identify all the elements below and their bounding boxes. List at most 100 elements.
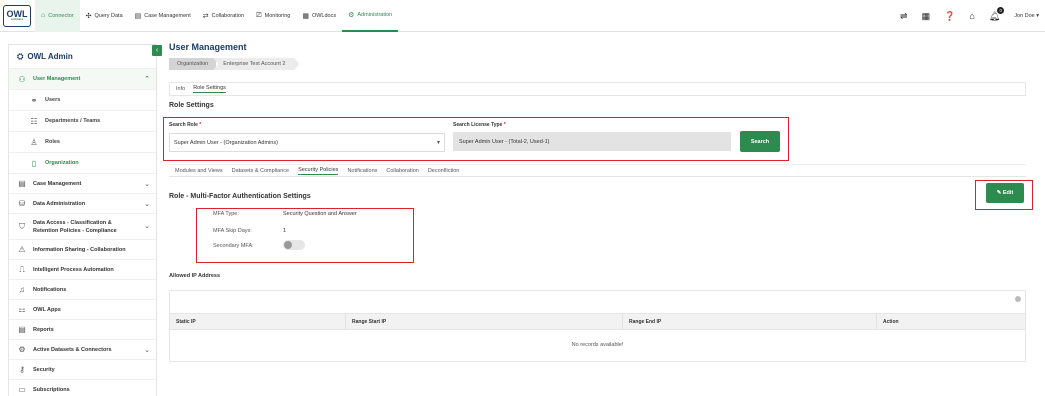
sidebar-item-label: OWL Apps	[33, 306, 61, 313]
sidebar-item-label: User Management	[33, 76, 81, 82]
chevron-down-icon: ⌄	[144, 346, 150, 354]
monitoring-icon: ⎚	[256, 11, 262, 19]
sidebar-item-reports[interactable]: ▤ Reports	[9, 320, 156, 340]
users-icon: ⚭	[30, 95, 38, 105]
tab-deconfliction[interactable]: Deconfliction	[428, 168, 460, 174]
gear-icon: ⚙	[18, 345, 26, 354]
top-navbar: OWL software ⌂ Connector ✣ Query Data ▤ Cas…	[0, 0, 1045, 32]
sidebar-item-organization[interactable]: ▯ Organization	[9, 153, 156, 174]
search-role-value: Super Admin User - (Organization Admins)	[174, 139, 278, 146]
tab-role-settings[interactable]: Role Settings	[193, 85, 226, 93]
column-header-action: Action	[883, 318, 899, 325]
nav-tab-connector[interactable]: ⌂ Connector	[35, 0, 80, 32]
mfa-type-label: MFA Type:	[213, 211, 239, 217]
sidebar-item-security[interactable]: ⚷ Security	[9, 360, 156, 380]
tab-info[interactable]: Info	[176, 86, 185, 92]
sidebar-item-data-access[interactable]: ⛉ Data Access - Classification & Retention…	[9, 214, 156, 240]
chevron-left-icon: ‹	[155, 47, 159, 54]
shield-icon: ⛉	[19, 221, 25, 231]
sidebar-item-owl-apps[interactable]: ⚏ OWL Apps	[9, 300, 156, 320]
sidebar-item-subscriptions[interactable]: ▭ Subscriptions	[9, 380, 156, 396]
sidebar-item-information-sharing[interactable]: ⚠ Information Sharing - Collaboration	[9, 240, 156, 260]
nav-tab-owldocs[interactable]: ▦ OWLdocs	[296, 0, 342, 32]
nav-tab-label: Monitoring	[264, 12, 291, 19]
license-type-value: Super Admin User - (Total-2, Used-1)	[459, 138, 550, 145]
sidebar-item-departments[interactable]: ☷ Departments / Teams	[9, 111, 156, 132]
nav-tab-collaboration[interactable]: ⇄ Collaboration	[197, 0, 250, 32]
home-icon: ⌂	[41, 12, 46, 19]
nav-tab-query-data[interactable]: ✣ Query Data	[80, 0, 129, 32]
database-icon: ⛁	[18, 199, 26, 208]
pencil-icon: ✎	[996, 190, 1002, 196]
grid-settings-icon[interactable]	[1015, 296, 1021, 302]
edit-button-label: Edit	[1002, 190, 1014, 196]
license-type-label: Search License Type *	[453, 122, 506, 128]
nav-tab-label: OWLdocs	[311, 12, 337, 19]
column-header-range-start-ip[interactable]: Range Start IP	[346, 314, 623, 329]
allowed-ip-grid: Static IP Range Start IP Range End IP Ac…	[169, 290, 1026, 362]
sidebar-item-label: Roles	[45, 139, 60, 145]
tab-modules-views[interactable]: Modules and Views	[175, 168, 223, 174]
roles-icon: ♙	[30, 137, 38, 147]
tab-security-policies[interactable]: Security Policies	[298, 167, 339, 175]
lock-icon[interactable]: ⌂	[969, 11, 974, 21]
search-button[interactable]: Search	[740, 131, 780, 152]
sidebar-item-users[interactable]: ⚭ Users	[9, 90, 156, 111]
owl-logo[interactable]: OWL software	[3, 4, 31, 27]
mfa-skip-days-label: MFA Skip Days:	[213, 228, 252, 234]
sidebar-item-user-management[interactable]: ⚇ User Management ⌃	[9, 69, 156, 90]
sidebar-item-roles[interactable]: ♙ Roles	[9, 132, 156, 153]
calendar-icon[interactable]: ▦	[922, 11, 931, 22]
sidebar-item-label: Users	[45, 97, 61, 103]
sidebar-item-data-administration[interactable]: ⛁ Data Administration ⌄	[9, 194, 156, 214]
sidebar-item-label: Security	[33, 366, 55, 373]
owl-admin-icon: ⛭	[17, 51, 24, 61]
user-menu[interactable]: Jon Doe ▾	[1014, 13, 1039, 19]
bell-icon[interactable]: 🔔︎ 0	[989, 6, 1005, 22]
report-icon: ▤	[18, 325, 26, 334]
dropdown-arrow-icon: ▾	[436, 140, 440, 146]
sidebar-item-label: Departments / Teams	[45, 118, 101, 124]
page-title: User Management	[169, 42, 247, 52]
nav-tab-monitoring[interactable]: ⎚ Monitoring	[250, 0, 296, 32]
required-mark: *	[503, 122, 506, 128]
main-nav: ⌂ Connector ✣ Query Data ▤ Case Management …	[35, 0, 399, 32]
case-icon: ▤	[18, 179, 26, 188]
automation-icon: ⎍	[19, 264, 25, 274]
secondary-mfa-label: Secondary MFA:	[213, 243, 254, 249]
sidebar-item-case-management[interactable]: ▤ Case Management ⌄	[9, 174, 156, 194]
sidebar-item-active-datasets[interactable]: ⚙ Active Datasets & Connectors ⌄	[9, 340, 156, 360]
tab-collaboration[interactable]: Collaboration	[386, 168, 418, 174]
grid-header: Static IP Range Start IP Range End IP Ac…	[170, 313, 1025, 330]
sidebar-item-label: Active Datasets & Connectors	[33, 346, 112, 353]
column-header-static-ip[interactable]: Static IP	[170, 314, 346, 329]
top-right-tools: ⇌ ▦ ❓ ⌂ 🔔︎ 0 Jon Doe ▾	[900, 0, 1039, 32]
required-mark: *	[199, 122, 202, 128]
breadcrumb-item[interactable]: Organization	[169, 58, 217, 70]
mfa-type-value: Security Question and Answer	[283, 211, 357, 217]
nav-tab-administration[interactable]: ⚙ Administration	[342, 0, 399, 32]
key-icon: ⚷	[19, 365, 25, 374]
help-icon[interactable]: ❓	[944, 11, 955, 22]
nav-tab-label: Collaboration	[211, 12, 245, 19]
sidebar-item-notifications[interactable]: ♫ Notifications	[9, 280, 156, 300]
sidebar-item-label: Notifications	[33, 286, 67, 293]
edit-button[interactable]: ✎ Edit	[986, 183, 1024, 203]
tab-notifications[interactable]: Notifications	[347, 168, 377, 174]
tab-datasets-compliance[interactable]: Datasets & Compliance	[232, 168, 289, 174]
empty-state-text: No records available!	[571, 342, 624, 348]
secondary-mfa-toggle[interactable]	[283, 240, 305, 250]
nav-tab-label: Administration	[357, 11, 393, 18]
nav-tab-case-management[interactable]: ▤ Case Management	[129, 0, 197, 32]
collapse-sidebar-button[interactable]: ‹	[152, 45, 162, 56]
column-header-range-end-ip[interactable]: Range End IP	[623, 314, 877, 329]
search-role-select[interactable]: Super Admin User - (Organization Admins)…	[169, 133, 445, 152]
mfa-skip-days-value: 1	[283, 228, 287, 234]
app-switch-icon[interactable]: ⇌	[900, 11, 908, 22]
chevron-up-icon: ⌃	[144, 76, 150, 83]
nav-tab-label: Query Data	[94, 12, 123, 19]
notification-badge: 0	[997, 6, 1005, 14]
sidebar-item-label: Organization	[45, 160, 79, 166]
organization-icon: ▯	[31, 158, 37, 168]
sidebar-item-process-automation[interactable]: ⎍ Intelligent Process Automation	[9, 260, 156, 280]
